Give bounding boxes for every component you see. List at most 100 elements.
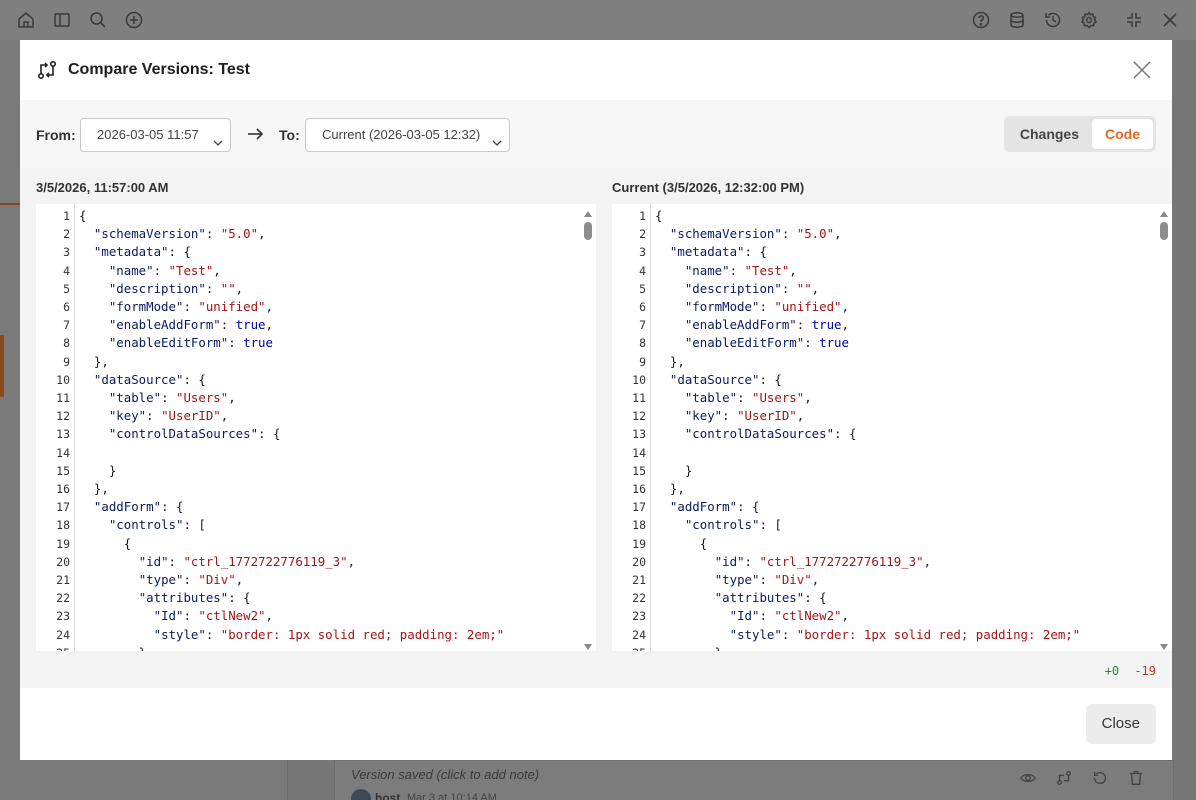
code-line: { — [79, 535, 132, 551]
tab-changes[interactable]: Changes — [1007, 119, 1092, 149]
diff-stats: +0 -19 — [1105, 664, 1156, 678]
line-number: 18 — [632, 518, 646, 533]
code-line: "description": "", — [108, 280, 244, 296]
history-icon[interactable] — [1043, 10, 1063, 30]
gear-icon[interactable] — [1079, 10, 1099, 30]
tab-code[interactable]: Code — [1092, 119, 1153, 149]
line-number: 23 — [632, 609, 646, 624]
code-line: }, — [79, 481, 109, 496]
line-number: 20 — [632, 554, 646, 569]
code-line: "schemaVersion": "5.0", — [93, 226, 266, 242]
scrollbar-thumb[interactable] — [1160, 222, 1168, 240]
left-pane-title: 3/5/2026, 11:57:00 AM — [36, 180, 169, 195]
line-number: 24 — [632, 627, 646, 642]
code-line: "addForm": { — [93, 499, 184, 515]
help-icon[interactable] — [971, 10, 991, 30]
code-line: "id": "ctrl_1772722776119_3", — [714, 553, 932, 569]
restore-icon[interactable] — [1091, 769, 1109, 787]
line-number: 6 — [63, 300, 70, 314]
arrow-right-icon — [246, 125, 264, 143]
scroll-up-icon[interactable] — [583, 206, 593, 217]
line-number: 19 — [56, 536, 70, 551]
database-icon[interactable] — [1007, 10, 1027, 30]
line-number: 5 — [63, 281, 70, 296]
code-line: "addForm": { — [669, 499, 760, 515]
eye-icon[interactable] — [1019, 769, 1037, 787]
code-line: { — [79, 208, 87, 223]
compare-icon — [36, 59, 58, 81]
version-selector-bar: From: 2026-03-05 11:57 To: Current (2026… — [20, 100, 1172, 168]
chevron-down-icon — [212, 129, 224, 146]
line-number: 1 — [639, 209, 646, 223]
scroll-up-icon[interactable] — [1159, 206, 1169, 217]
code-line: "name": "Test", — [684, 262, 797, 278]
from-version-select[interactable]: 2026-03-05 11:57 — [80, 118, 231, 152]
sidebar-icon[interactable] — [52, 10, 72, 30]
code-line: "metadata": { — [669, 244, 767, 260]
add-circle-icon[interactable] — [124, 10, 144, 30]
compare-icon[interactable] — [1055, 769, 1073, 787]
view-mode-toggle: Changes Code — [1003, 116, 1156, 152]
trash-icon[interactable] — [1127, 769, 1145, 787]
code-line: "type": "Div", — [714, 572, 820, 587]
dialog-footer: Close — [20, 688, 1172, 760]
close-icon[interactable] — [1160, 10, 1180, 30]
line-number: 15 — [56, 463, 70, 478]
version-note[interactable]: Version saved (click to add note) — [351, 767, 539, 782]
code-line: "controlDataSources": { — [108, 426, 281, 442]
from-version-value: 2026-03-05 11:57 — [97, 127, 199, 142]
code-line: "schemaVersion": "5.0", — [669, 226, 842, 242]
line-number: 10 — [56, 372, 70, 387]
line-number: 25 — [56, 644, 70, 651]
code-line: "metadata": { — [93, 244, 191, 260]
line-number: 22 — [56, 591, 70, 606]
code-line: } — [655, 462, 693, 478]
left-code-editor[interactable]: 1234567891011121314151617181920212223242… — [36, 204, 596, 651]
home-icon[interactable] — [16, 10, 36, 30]
code-line: "Id": "ctlNew2", — [153, 608, 273, 624]
line-number: 3 — [63, 245, 70, 260]
line-number: 8 — [63, 336, 70, 351]
code-line: "style": "border: 1px solid red; padding… — [729, 626, 1081, 642]
code-line: }, — [655, 644, 730, 651]
scroll-down-icon[interactable] — [583, 639, 593, 650]
vertical-scrollbar[interactable] — [1156, 204, 1172, 651]
line-number: 11 — [632, 391, 646, 405]
scrollbar-thumb[interactable] — [584, 222, 592, 240]
code-line: } — [79, 462, 117, 478]
from-label: From: — [36, 127, 76, 143]
line-number-gutter: 1234567891011121314151617181920212223242… — [612, 204, 650, 651]
background-toolbar — [0, 0, 1196, 40]
search-icon[interactable] — [88, 10, 108, 30]
added-count: +0 — [1104, 664, 1120, 678]
code-line: "dataSource": { — [669, 371, 782, 387]
collapse-icon[interactable] — [1124, 10, 1144, 30]
code-line: "attributes": { — [138, 590, 251, 606]
line-number: 5 — [639, 281, 646, 296]
code-content[interactable]: { "schemaVersion": "5.0", "metadata": { … — [650, 204, 1172, 651]
right-pane-title: Current (3/5/2026, 12:32:00 PM) — [612, 180, 805, 195]
line-number: 12 — [632, 409, 646, 424]
code-line: }, — [655, 481, 685, 496]
line-number: 17 — [56, 500, 70, 515]
code-line: "controls": [ — [684, 517, 782, 533]
right-code-editor[interactable]: 1234567891011121314151617181920212223242… — [612, 204, 1172, 651]
vertical-scrollbar[interactable] — [580, 204, 596, 651]
to-version-select[interactable]: Current (2026-03-05 12:32) — [305, 118, 510, 152]
line-number: 3 — [639, 245, 646, 260]
version-author: host — [375, 791, 401, 800]
removed-count: -19 — [1134, 664, 1156, 678]
code-line: "key": "UserID", — [108, 408, 229, 424]
code-content[interactable]: { "schemaVersion": "5.0", "metadata": { … — [74, 204, 596, 651]
scroll-down-icon[interactable] — [1159, 639, 1169, 650]
line-number: 14 — [632, 445, 646, 460]
line-number: 8 — [639, 336, 646, 351]
close-dialog-icon[interactable] — [1132, 60, 1152, 80]
chevron-down-icon — [491, 129, 503, 146]
dialog-header: Compare Versions: Test — [20, 40, 1172, 100]
line-number: 9 — [639, 354, 646, 369]
line-number: 16 — [56, 482, 70, 496]
compare-versions-dialog: Compare Versions: Test From: 2026-03-05 … — [20, 40, 1172, 760]
close-button[interactable]: Close — [1085, 704, 1156, 744]
code-line: "dataSource": { — [93, 371, 206, 387]
